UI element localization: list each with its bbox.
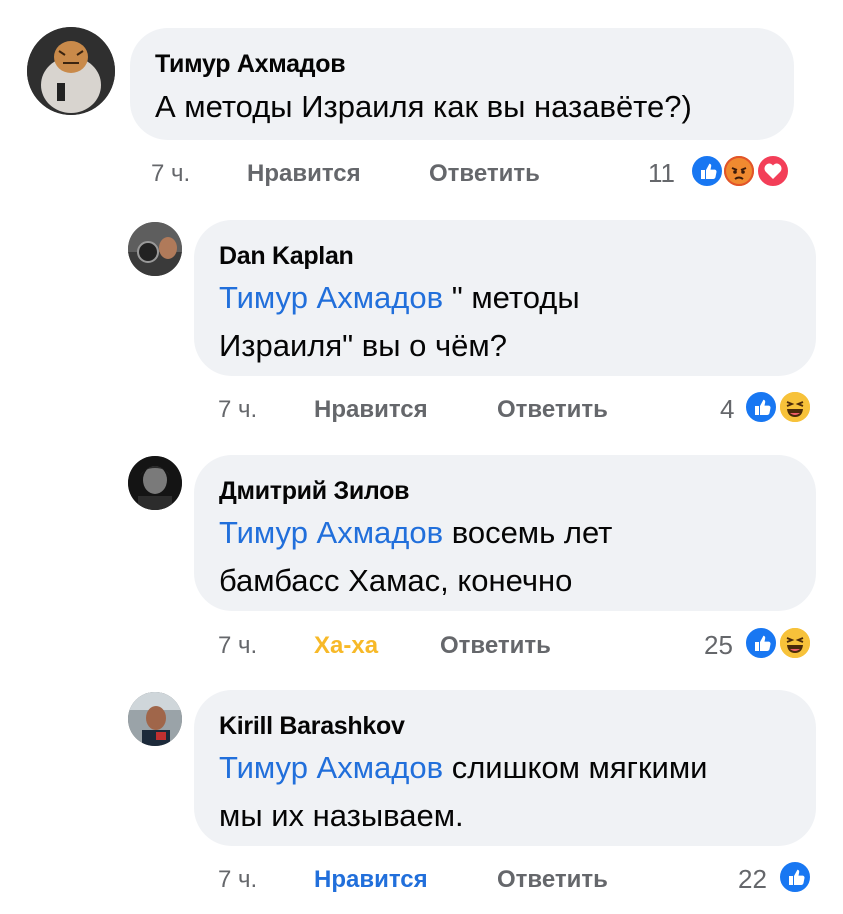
haha-reaction-icon [778, 626, 812, 660]
comment-4: Kirill Barashkov Тимур Ахмадов слишком м… [0, 0, 843, 914]
love-reaction-icon [756, 154, 790, 188]
mention-link[interactable]: Тимур Ахмадов [219, 750, 443, 785]
comment-text-line: Тимур Ахмадов слишком мягкими [219, 750, 708, 785]
avatar[interactable] [128, 692, 182, 746]
comment-time[interactable]: 7 ч. [218, 866, 257, 894]
like-reaction-icon [778, 860, 812, 894]
like-reaction-icon [744, 626, 778, 660]
reply-button[interactable]: Ответить [497, 866, 608, 894]
comment-text-line: мы их называем. [219, 798, 464, 833]
like-button-active[interactable]: Нравится [314, 866, 428, 894]
person-avatar-image [128, 692, 182, 746]
comment-author[interactable]: Kirill Barashkov [219, 712, 405, 741]
reaction-count[interactable]: 22 [738, 864, 767, 895]
haha-reaction-icon [778, 390, 812, 424]
comment-text: Тимур Ахмадов слишком мягкими мы их назы… [219, 744, 804, 840]
like-reaction-icon [744, 390, 778, 424]
angry-reaction-icon [722, 154, 756, 188]
like-reaction-icon [690, 154, 724, 188]
